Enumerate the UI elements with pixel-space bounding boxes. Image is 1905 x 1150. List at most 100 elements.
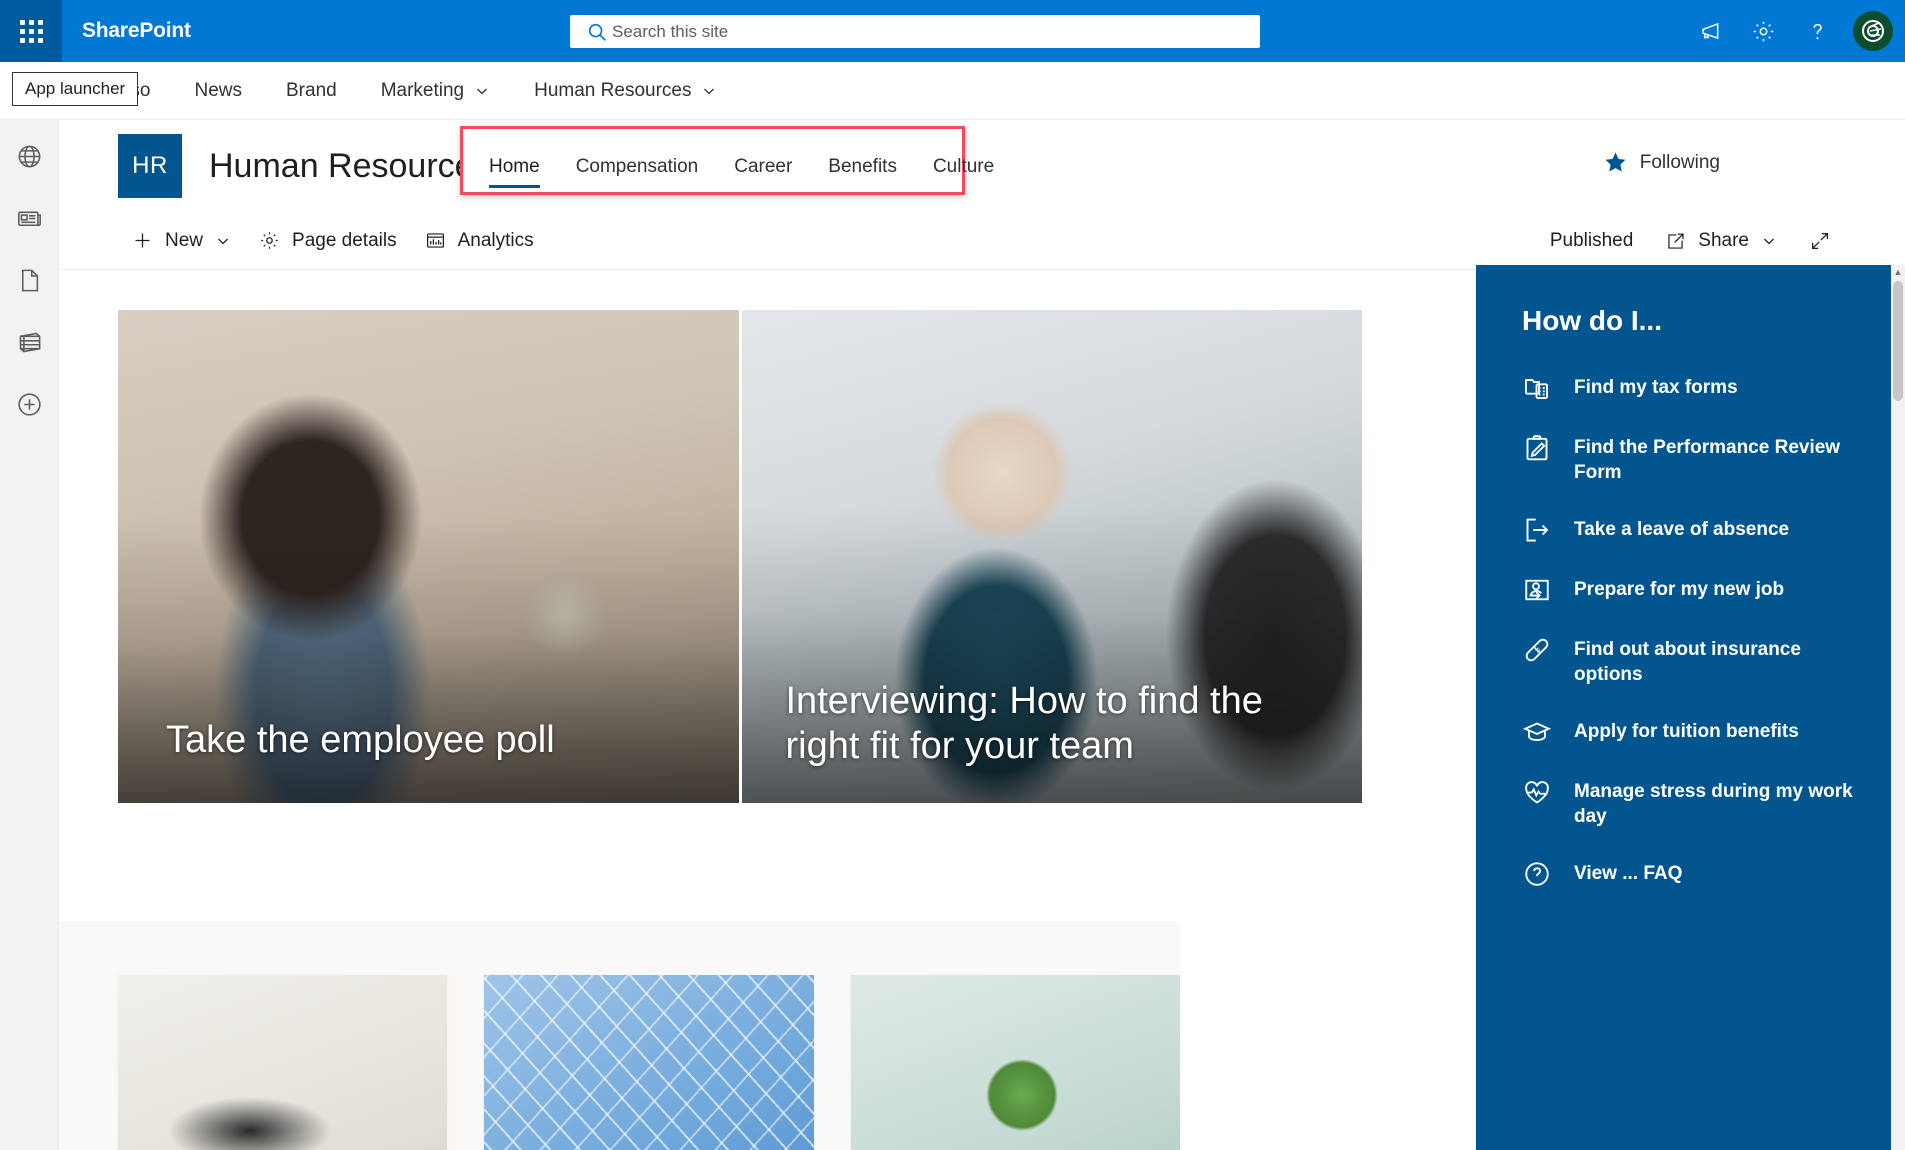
bandage-icon (1522, 635, 1552, 665)
exit-arrow-icon (1522, 515, 1552, 545)
suite-bar-actions (1685, 0, 1893, 62)
how-do-i-item-insurance[interactable]: Find out about insurance options (1522, 635, 1862, 687)
nav-label: Compensation (575, 156, 699, 177)
page-title[interactable]: Human Resources (209, 147, 491, 186)
hub-nav-label: Brand (286, 79, 337, 101)
hub-nav-items: ntoso News Brand Marketing Human Resourc… (82, 62, 739, 120)
command-bar-right: Published Share (1550, 212, 1845, 270)
how-do-i-item-leave-of-absence[interactable]: Take a leave of absence (1522, 515, 1862, 545)
heart-shaped-plant-photo (850, 975, 1180, 1150)
how-do-i-label: Find out about insurance options (1574, 639, 1801, 686)
chevron-down-icon (701, 83, 717, 99)
how-do-i-item-faq[interactable]: View ... FAQ (1522, 859, 1862, 889)
suite-brand[interactable]: SharePoint (82, 19, 191, 43)
how-do-i-item-tuition[interactable]: Apply for tuition benefits (1522, 717, 1862, 747)
search-box[interactable] (570, 15, 1260, 48)
how-do-i-label: Find the Performance Review Form (1574, 437, 1841, 484)
page-details-label: Page details (292, 229, 397, 251)
search-input[interactable] (612, 21, 1212, 42)
how-do-i-list: Find my tax forms Find the Performance R… (1522, 373, 1905, 889)
hub-nav-label: Marketing (380, 79, 465, 101)
hero-web-part: Take the employee poll Interviewing: How… (59, 270, 1362, 803)
panel-scrollbar[interactable]: ▲ (1891, 265, 1905, 1150)
hub-nav-label: Human Resources (534, 79, 692, 101)
scroll-up-arrow-icon[interactable]: ▲ (1891, 265, 1905, 279)
new-label: New (165, 229, 204, 251)
expand-button[interactable] (1795, 219, 1845, 263)
site-logo[interactable]: HR (118, 134, 182, 198)
globe-icon[interactable] (11, 138, 47, 174)
news-card[interactable] (484, 975, 814, 1150)
share-label: Share (1698, 230, 1749, 251)
site-content: HR Human Resources Home Compensation Car… (59, 120, 1905, 1150)
analytics-label: Analytics (457, 229, 534, 251)
sharepoint-page: SharePoint Search this site News Brand M… (0, 0, 1905, 1150)
calculator-and-pen-photo (118, 975, 448, 1150)
news-card[interactable] (118, 975, 448, 1150)
how-do-i-item-tax-forms[interactable]: Find my tax forms (1522, 373, 1862, 403)
how-do-i-item-manage-stress[interactable]: Manage stress during my work day (1522, 777, 1862, 829)
news-web-part (59, 921, 1180, 1150)
hero-caption: Take the employee poll (166, 719, 555, 762)
help-icon[interactable] (1793, 7, 1841, 55)
graduation-cap-icon (1522, 717, 1552, 747)
news-card-row (118, 975, 1180, 1150)
page-details-button[interactable]: Page details (245, 219, 411, 263)
waffle-icon (19, 19, 43, 43)
tax-forms-icon (1522, 373, 1552, 403)
megaphone-icon[interactable] (1685, 7, 1733, 55)
chevron-down-icon (1761, 233, 1777, 249)
faq-icon (1522, 859, 1552, 889)
suite-bar: SharePoint (0, 0, 1905, 62)
bar-chart-icon (425, 230, 446, 251)
new-button[interactable]: New (118, 219, 245, 263)
hero-caption: Interviewing: How to find the right fit … (785, 680, 1263, 768)
nav-item-benefits[interactable]: Benefits (810, 146, 915, 188)
news-card[interactable] (850, 975, 1180, 1150)
site-navigation: Home Compensation Career Benefits Cultur… (471, 144, 1012, 188)
hub-nav-item-news[interactable]: News (172, 62, 264, 120)
share-button[interactable]: Share (1651, 219, 1791, 263)
how-do-i-panel: How do I... Find my tax forms Find the P… (1476, 265, 1905, 1150)
blue-network-lines-photo (484, 975, 814, 1150)
nav-item-career[interactable]: Career (716, 146, 810, 188)
how-do-i-label: Take a leave of absence (1574, 519, 1790, 541)
hub-navigation: ntoso News Brand Marketing Human Resourc… (0, 62, 1905, 120)
hub-nav-item-human-resources[interactable]: Human Resources (512, 62, 739, 120)
left-rail (0, 120, 59, 1150)
scrollbar-thumb[interactable] (1893, 281, 1903, 401)
hub-nav-item-marketing[interactable]: Marketing (359, 62, 512, 120)
chevron-down-icon (474, 83, 490, 99)
list-icon[interactable] (11, 324, 47, 360)
heart-pulse-icon (1522, 777, 1552, 807)
site-header: HR Human Resources Home Compensation Car… (59, 120, 1905, 212)
nav-item-compensation[interactable]: Compensation (558, 146, 717, 188)
analytics-button[interactable]: Analytics (411, 219, 548, 263)
clipboard-pencil-icon (1522, 433, 1552, 463)
gear-icon (259, 230, 280, 251)
how-do-i-label: Apply for tuition benefits (1574, 721, 1799, 743)
how-do-i-item-performance-review[interactable]: Find the Performance Review Form (1522, 433, 1862, 485)
app-launcher-tooltip: App launcher (12, 72, 139, 106)
following-label: Following (1639, 151, 1720, 173)
news-icon[interactable] (11, 200, 47, 236)
following-button[interactable]: Following (1603, 150, 1720, 175)
how-do-i-item-new-job[interactable]: Prepare for my new job (1522, 575, 1862, 605)
nav-item-home[interactable]: Home (471, 146, 558, 188)
app-launcher-button[interactable] (0, 0, 62, 62)
hub-nav-label: News (194, 79, 242, 101)
expand-diagonal-icon (1809, 230, 1831, 252)
nav-item-culture[interactable]: Culture (915, 146, 1012, 188)
nav-label: Home (489, 156, 540, 177)
gear-icon[interactable] (1739, 7, 1787, 55)
hub-nav-item-brand[interactable]: Brand (264, 62, 359, 120)
how-do-i-label: Prepare for my new job (1574, 579, 1785, 601)
hero-tile-1[interactable]: Take the employee poll (118, 310, 739, 803)
page-icon[interactable] (11, 262, 47, 298)
how-do-i-title: How do I... (1522, 305, 1662, 336)
new-employee-icon (1522, 575, 1552, 605)
nav-label: Career (734, 156, 793, 177)
avatar[interactable] (1853, 11, 1893, 51)
hero-tile-2[interactable]: Interviewing: How to find the right fit … (741, 310, 1362, 803)
add-icon[interactable] (11, 386, 47, 422)
